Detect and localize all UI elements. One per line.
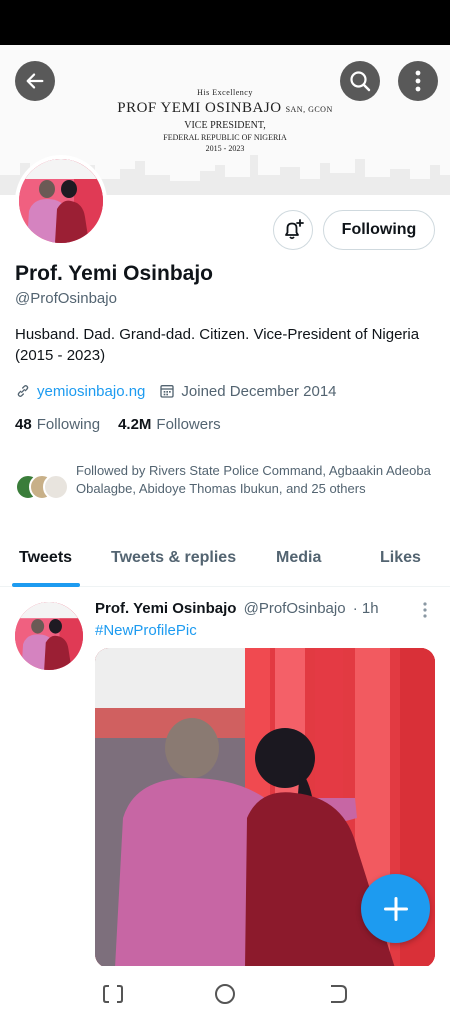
website-link[interactable]: yemiosinbajo.ng	[37, 383, 145, 400]
following-button[interactable]: Following	[323, 210, 435, 250]
compose-tweet-button[interactable]	[361, 874, 430, 943]
followed-by-section[interactable]: Followed by Rivers State Police Command,…	[15, 462, 435, 502]
tweet-author-handle: @ProfOsinbajo	[243, 600, 346, 617]
tweet-avatar-photo	[15, 602, 83, 670]
tweet-author-avatar[interactable]	[15, 602, 83, 670]
more-vertical-icon	[415, 70, 421, 92]
joined-date: Joined December 2014	[181, 382, 337, 400]
follower-avatar	[43, 474, 69, 500]
recent-apps-icon[interactable]	[101, 982, 125, 1006]
profile-tabs: Tweets Tweets & replies Media Likes	[0, 534, 450, 587]
active-tab-indicator	[12, 583, 80, 587]
profile-avatar[interactable]	[15, 155, 107, 247]
profile-bio: Husband. Dad. Grand-dad. Citizen. Vice-P…	[15, 326, 420, 364]
profile-handle: @ProfOsinbajo	[15, 290, 117, 307]
bell-plus-icon	[285, 219, 304, 240]
notifications-button[interactable]	[273, 210, 313, 250]
tab-media[interactable]: Media	[276, 549, 321, 567]
search-button[interactable]	[340, 61, 380, 101]
tweet-header: Prof. Yemi Osinbajo @ProfOsinbajo · 1h	[95, 600, 379, 617]
banner-role: VICE PRESIDENT,	[184, 120, 266, 131]
following-count: 48	[15, 416, 32, 433]
following-label: Following	[36, 416, 101, 433]
followers-count: 4.2M	[118, 416, 152, 433]
plus-icon	[383, 896, 408, 921]
back-button[interactable]	[15, 61, 55, 101]
following-stat[interactable]: 48 Following	[15, 416, 100, 433]
arrow-left-icon	[26, 73, 44, 89]
tweet-timestamp: · 1h	[352, 600, 379, 617]
status-bar	[0, 0, 450, 45]
followed-by-text: Followed by Rivers State Police Command,…	[76, 463, 431, 496]
followers-label: Followers	[156, 416, 221, 433]
banner-name: PROF YEMI OSINBAJO SAN, GCON	[0, 99, 450, 119]
banner-name-suffix: SAN, GCON	[285, 105, 333, 114]
profile-name: Prof. Yemi Osinbajo	[15, 262, 214, 285]
calendar-icon	[160, 385, 175, 398]
banner-name-text: PROF YEMI OSINBAJO	[117, 100, 282, 116]
tab-tweets[interactable]: Tweets	[19, 549, 72, 567]
profile-photo	[19, 159, 103, 243]
tab-tweets-replies[interactable]: Tweets & replies	[111, 549, 236, 567]
banner-country: FEDERAL REPUBLIC OF NIGERIA	[163, 133, 287, 142]
home-icon[interactable]	[213, 982, 237, 1006]
link-icon	[17, 385, 29, 397]
banner-years: 2015 - 2023	[205, 144, 245, 153]
banner-honorific: His Excellency	[197, 88, 253, 97]
tab-likes[interactable]: Likes	[380, 549, 421, 567]
tweet-hashtag[interactable]: #NewProfilePic	[95, 622, 197, 639]
followers-stat[interactable]: 4.2M Followers	[118, 416, 221, 433]
follow-stats: 48 Following 4.2M Followers	[15, 416, 239, 433]
profile-meta: yemiosinbajo.ng Joined December 2014	[15, 380, 337, 402]
more-options-button[interactable]	[398, 61, 438, 101]
follower-avatars	[15, 472, 73, 502]
system-nav-bar	[0, 966, 450, 1024]
banner-caption: His Excellency PROF YEMI OSINBAJO SAN, GC…	[0, 87, 450, 154]
tweet-author-name[interactable]: Prof. Yemi Osinbajo	[95, 600, 236, 617]
search-icon	[350, 71, 371, 92]
tweet-more-icon[interactable]	[418, 600, 432, 620]
back-nav-icon[interactable]	[325, 982, 349, 1006]
